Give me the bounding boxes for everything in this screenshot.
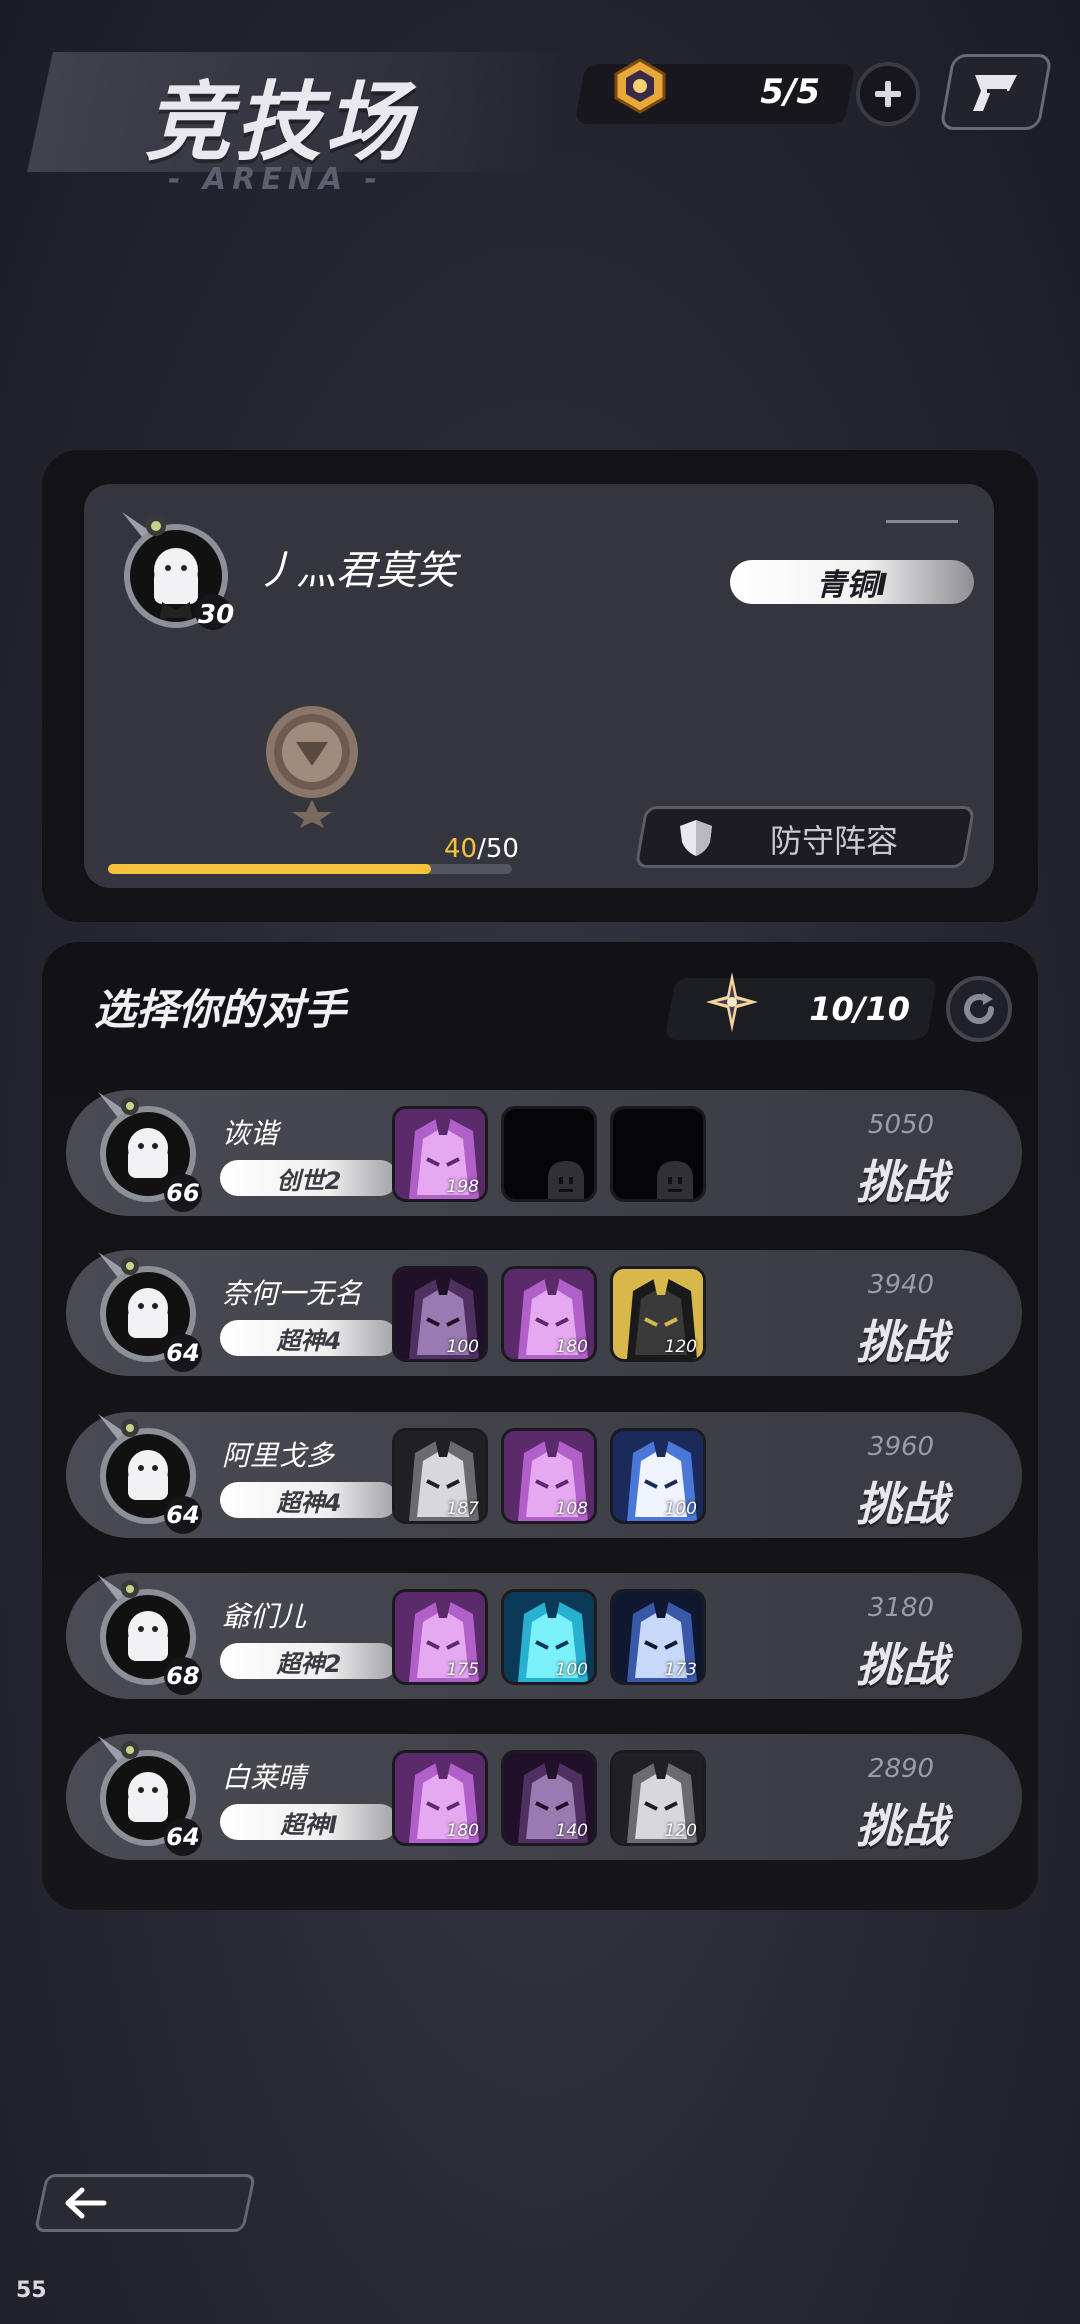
hero-portrait: 198 xyxy=(392,1106,488,1202)
shield-icon xyxy=(680,820,712,856)
opponent-rank-badge: 超神4 xyxy=(220,1482,398,1518)
opponent-row[interactable]: 68 爺们儿超神2 175 100 173 3180 挑战 xyxy=(66,1573,1022,1699)
opponent-row[interactable]: 64 阿里戈多超神4 187 108 100 3960 挑战 xyxy=(66,1412,1022,1538)
challenge-button[interactable]: 挑战 xyxy=(822,1468,982,1534)
opponent-level: 64 xyxy=(164,1334,202,1372)
rank-progress-fill xyxy=(108,864,432,874)
opponent-power: 2890 xyxy=(867,1754,935,1784)
hero-level: 100 xyxy=(555,1660,588,1680)
opponent-power: 3180 xyxy=(867,1593,935,1623)
hero-level: 180 xyxy=(555,1337,588,1357)
hero-level: 180 xyxy=(446,1821,479,1841)
opponent-rank-badge: 超神4 xyxy=(220,1320,398,1356)
player-rank-badge: 青铜I xyxy=(730,560,974,604)
ranking-button[interactable] xyxy=(939,54,1053,130)
page-subtitle: - ARENA - xyxy=(168,162,383,197)
hero-level: 187 xyxy=(446,1499,479,1519)
ticket-icon xyxy=(614,58,666,114)
hero-level: 120 xyxy=(664,1821,697,1841)
back-arrow-icon xyxy=(65,2187,107,2219)
refresh-button[interactable] xyxy=(946,976,1012,1042)
opponent-power: 5050 xyxy=(867,1110,935,1140)
hero-level: 100 xyxy=(446,1337,479,1357)
opponent-name: 阿里戈多 xyxy=(222,1439,335,1472)
opponent-power: 3940 xyxy=(867,1270,935,1300)
opponent-rank-badge: 超神2 xyxy=(220,1643,398,1679)
opponent-power: 3960 xyxy=(867,1432,935,1462)
hero-portrait: 180 xyxy=(392,1750,488,1846)
challenge-button[interactable]: 挑战 xyxy=(822,1629,982,1695)
opponent-row[interactable]: 64 奈何一无名超神4 100 180 120 3940 挑战 xyxy=(66,1250,1022,1376)
refresh-icon xyxy=(964,993,994,1024)
rank-progress-bar xyxy=(108,864,512,874)
progress-current: 40 xyxy=(444,834,478,864)
hero-portrait: 173 xyxy=(610,1589,706,1685)
hero-level: 175 xyxy=(446,1660,479,1680)
opponent-name: 爺们儿 xyxy=(222,1600,307,1633)
opponent-level: 68 xyxy=(164,1657,202,1695)
hero-portrait xyxy=(501,1106,597,1202)
refresh-count: 10/10 xyxy=(809,990,910,1028)
ticket-count: 5/5 xyxy=(760,72,820,112)
opponent-level: 66 xyxy=(164,1174,202,1212)
hero-portrait: 120 xyxy=(610,1750,706,1846)
player-name: 丿灬君莫笑 xyxy=(256,548,456,594)
bronze-medal-icon xyxy=(266,706,358,828)
opponents-title: 选择你的对手 xyxy=(94,985,347,1034)
hero-portrait: 100 xyxy=(501,1589,597,1685)
opponent-row[interactable]: 66 诙谐创世2 198 5050 挑战 xyxy=(66,1090,1022,1216)
hero-portrait: 140 xyxy=(501,1750,597,1846)
opponent-name: 白莱晴 xyxy=(222,1761,307,1794)
rank-progress-text: 40/50 xyxy=(444,834,519,864)
hero-level: 100 xyxy=(664,1499,697,1519)
divider xyxy=(886,520,958,523)
add-ticket-button[interactable] xyxy=(856,62,920,126)
progress-total: /50 xyxy=(477,834,519,864)
challenge-button[interactable]: 挑战 xyxy=(822,1790,982,1856)
hero-portrait: 180 xyxy=(501,1266,597,1362)
hero-level: 140 xyxy=(555,1821,588,1841)
hero-level: 120 xyxy=(664,1337,697,1357)
hero-portrait: 120 xyxy=(610,1266,706,1362)
challenge-button[interactable]: 挑战 xyxy=(822,1146,982,1212)
opponent-level: 64 xyxy=(164,1818,202,1856)
opponent-name: 诙谐 xyxy=(222,1117,279,1150)
hero-portrait: 175 xyxy=(392,1589,488,1685)
opponent-rank-badge: 超神I xyxy=(220,1804,398,1840)
hero-level: 108 xyxy=(555,1499,588,1519)
hero-level: 173 xyxy=(664,1660,697,1680)
plus-icon xyxy=(875,81,901,107)
defense-lineup-label: 防守阵容 xyxy=(770,822,899,860)
flag-icon xyxy=(973,75,1017,111)
hero-portrait: 187 xyxy=(392,1428,488,1524)
opponent-rank-badge: 创世2 xyxy=(220,1160,398,1196)
challenge-button[interactable]: 挑战 xyxy=(822,1306,982,1372)
opponent-row[interactable]: 64 白莱晴超神I 180 140 120 2890 挑战 xyxy=(66,1734,1022,1860)
player-level: 30 xyxy=(198,600,235,630)
hero-portrait: 100 xyxy=(392,1266,488,1362)
opponent-level: 64 xyxy=(164,1496,202,1534)
star-icon xyxy=(706,972,758,1032)
hero-portrait xyxy=(610,1106,706,1202)
opponent-name: 奈何一无名 xyxy=(222,1277,363,1310)
hero-portrait: 100 xyxy=(610,1428,706,1524)
hero-portrait: 108 xyxy=(501,1428,597,1524)
hero-level: 198 xyxy=(446,1177,479,1197)
page-title: 竞技场 xyxy=(145,73,415,173)
fps-counter: 55 xyxy=(16,2278,47,2303)
